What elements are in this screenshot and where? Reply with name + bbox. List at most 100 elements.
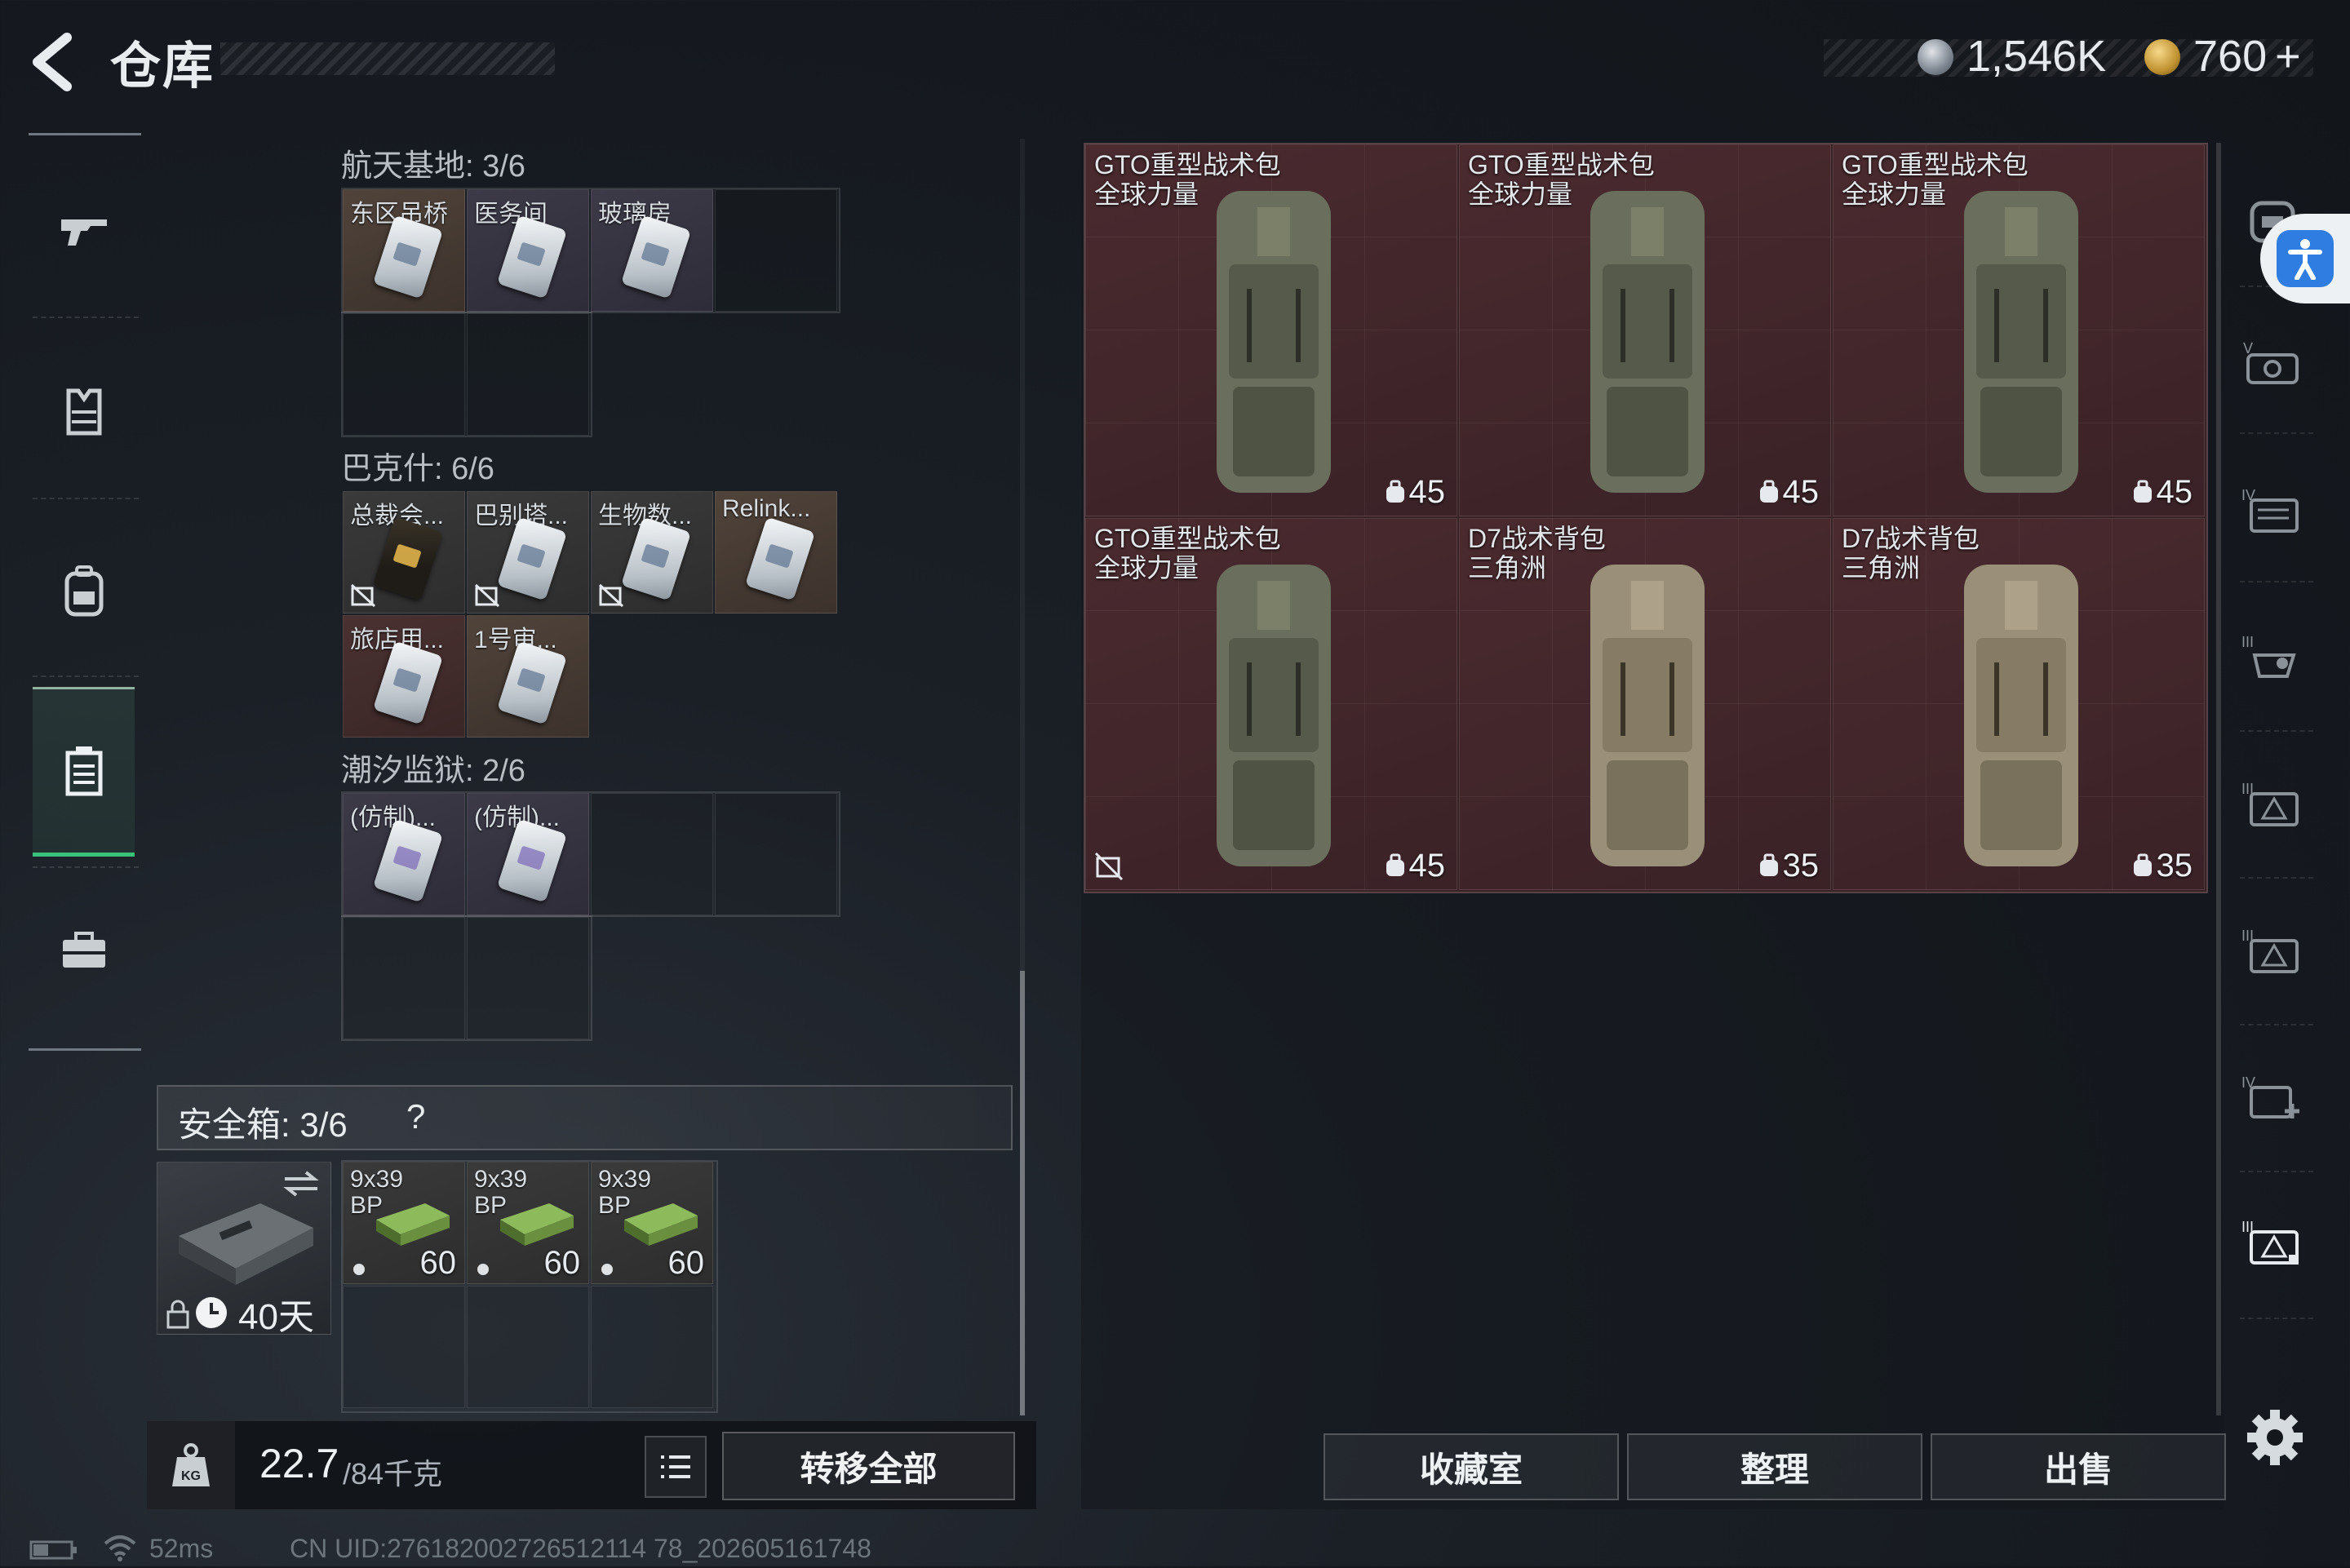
tier-iii-warning-icon: III (2241, 928, 2299, 973)
empty-slot[interactable] (591, 793, 713, 915)
keycard-slot[interactable]: 生物数... (591, 491, 713, 613)
filter-tier-4-medical[interactable]: IV (2228, 1048, 2317, 1146)
backpack-item[interactable]: GTO重型战术包 全球力量 45 (1085, 144, 1457, 516)
keycard-slot[interactable]: 玻璃房 (591, 189, 713, 312)
lock-icon (166, 1300, 189, 1329)
weapon-icon (60, 219, 107, 246)
accessibility-icon (2277, 230, 2334, 287)
filter-scrollbar[interactable] (2216, 143, 2221, 1415)
backpack-capacity: 45 (2156, 474, 2193, 510)
filter-tier-3-a[interactable]: III (2228, 608, 2317, 706)
keycard-slot[interactable]: 1号审... (467, 615, 589, 737)
carry-weight-value: 22.7 (259, 1441, 339, 1486)
filter-tier-4[interactable]: IV (2228, 461, 2317, 559)
empty-slot[interactable] (343, 1286, 465, 1408)
empty-slot[interactable] (715, 793, 837, 915)
safe-box-remaining-days: 40天 (238, 1297, 314, 1337)
backpack-item[interactable]: D7战术背包 三角洲 35 (1459, 518, 1831, 890)
filter-tier-3-b[interactable]: III (2228, 755, 2317, 853)
sell-button[interactable]: 出售 (1931, 1433, 2226, 1500)
ammo-box-icon (376, 1203, 450, 1246)
empty-slot[interactable] (343, 313, 465, 436)
empty-slot[interactable] (591, 1286, 713, 1408)
section-title-spacebase: 航天基地: 3/6 (341, 149, 525, 184)
keycard-slot[interactable]: 巴别塔... (467, 491, 589, 613)
nav-containers[interactable] (33, 687, 135, 857)
help-button[interactable]: ? (406, 1097, 425, 1136)
coin-balance: 1,546K (1966, 32, 2107, 81)
collection-room-button[interactable]: 收藏室 (1324, 1433, 1619, 1500)
stash-scrollbar-thumb[interactable] (1020, 971, 1025, 1415)
empty-slot[interactable] (343, 917, 465, 1039)
backpack-item[interactable]: GTO重型战术包 全球力量 45 (1459, 144, 1831, 516)
safe-box-label: 安全箱: 3/6 (178, 1105, 348, 1144)
filter-tier-3-active[interactable]: III (2228, 1193, 2317, 1291)
premium-balance[interactable]: 760 + (2193, 31, 2301, 82)
item-label: Relink... (722, 495, 811, 522)
nav-backpacks[interactable] (33, 534, 135, 649)
accessibility-button[interactable] (2260, 214, 2350, 303)
ammo-slot[interactable]: 9x39 BP 60 (467, 1162, 589, 1284)
clock-icon (196, 1297, 227, 1328)
keycard-slot[interactable]: (仿制)... (343, 793, 465, 915)
ammo-label: 9x39 (350, 1166, 404, 1193)
no-drop-icon (350, 583, 376, 608)
backpack-image (1590, 191, 1705, 493)
ammo-label: 9x39 (474, 1166, 528, 1193)
tier-iv-icon: IV (2241, 487, 2299, 533)
nav-cases[interactable] (33, 893, 135, 1008)
weight-icon: KG (172, 1443, 210, 1486)
backpack-capacity: 45 (1408, 848, 1446, 884)
item-quantity: 60 (543, 1245, 581, 1281)
swap-icon[interactable] (282, 1169, 321, 1198)
capacity-icon (1760, 480, 1778, 503)
backpack-capacity: 35 (2156, 848, 2193, 884)
keycard-slot[interactable]: (仿制)... (467, 793, 589, 915)
battery-icon (29, 1540, 77, 1560)
empty-slot[interactable] (467, 313, 589, 436)
wifi-icon (104, 1535, 136, 1561)
backpack-image (1590, 565, 1705, 866)
keycard-slot[interactable]: 医务间 (467, 189, 589, 312)
status-dot (601, 1264, 613, 1275)
title-decoration (220, 42, 555, 75)
filter-tier-5[interactable]: V (2228, 314, 2317, 412)
list-icon (661, 1455, 690, 1478)
add-premium-button[interactable]: + (2275, 32, 2301, 81)
keycard-slot[interactable]: 旅店用... (343, 615, 465, 737)
coin-icon (1918, 39, 1953, 75)
sort-button[interactable]: 整理 (1627, 1433, 1922, 1500)
weight-icon-wrap: KG (147, 1421, 235, 1509)
empty-slot[interactable] (467, 1286, 589, 1408)
network-latency: 52ms (149, 1534, 214, 1563)
keycard-slot[interactable]: 总裁会... (343, 491, 465, 613)
back-arrow-icon (33, 33, 72, 91)
nav-armor[interactable] (33, 355, 135, 469)
nav-weapons[interactable] (33, 173, 135, 287)
section-title-bakhsh: 巴克什: 6/6 (341, 452, 494, 486)
keycard-slot[interactable]: Relink... (715, 491, 837, 613)
filter-tier-3-c[interactable]: III (2228, 901, 2317, 999)
no-drop-icon (474, 583, 500, 608)
empty-slot[interactable] (715, 189, 837, 312)
carry-weight-max: /84千克 (343, 1457, 443, 1490)
back-button[interactable] (24, 29, 82, 95)
nav-divider (29, 133, 141, 135)
backpack-item[interactable]: D7战术背包 三角洲 35 (1833, 518, 2205, 890)
gear-icon (2247, 1410, 2303, 1465)
transfer-all-button[interactable]: 转移全部 (722, 1432, 1015, 1500)
ammo-slot[interactable]: 9x39 BP 60 (591, 1162, 713, 1284)
list-view-button[interactable] (645, 1436, 707, 1498)
backpack-item[interactable]: GTO重型战术包 全球力量 45 (1833, 144, 2205, 516)
keycard-slot[interactable]: 东区吊桥 (343, 189, 465, 312)
backpack-image (1964, 191, 2078, 493)
empty-slot[interactable] (467, 917, 589, 1039)
tier-iii-warning-icon: III (2241, 1219, 2299, 1265)
page-title: 仓库 (110, 38, 215, 95)
backpack-icon (64, 565, 103, 617)
backpack-item[interactable]: GTO重型战术包 全球力量 45 (1085, 518, 1457, 890)
capacity-icon (1386, 480, 1404, 503)
ammo-slot[interactable]: 9x39 BP 60 (343, 1162, 465, 1284)
settings-button[interactable] (2242, 1405, 2308, 1470)
capacity-icon (2134, 480, 2152, 503)
